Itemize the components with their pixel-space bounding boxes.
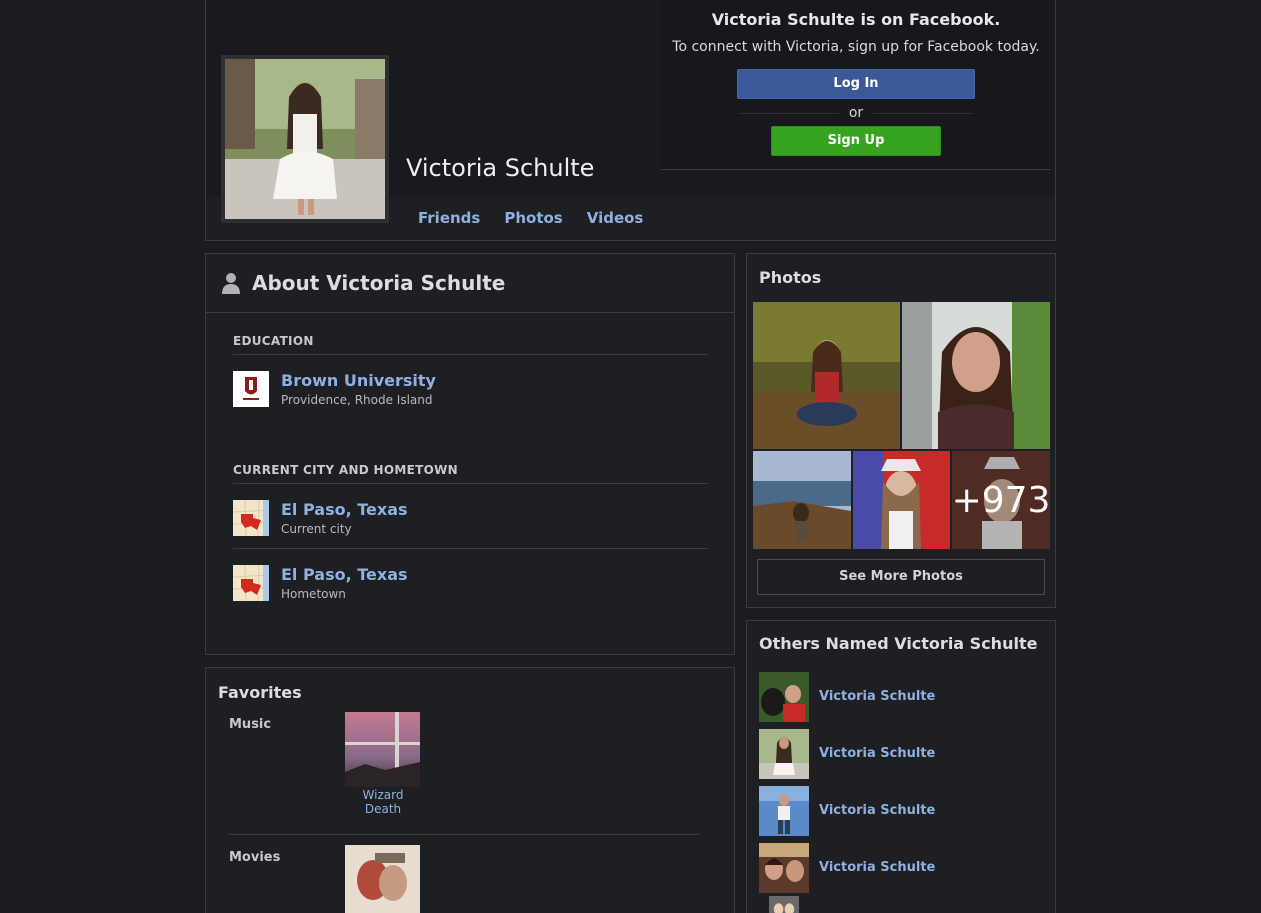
person-icon [222,273,240,294]
signup-title: Victoria Schulte is on Facebook. [711,10,1001,29]
photos-panel: Photos +973 See More Photos [746,253,1056,608]
profile-name: Victoria Schulte [406,154,595,182]
avatar[interactable] [759,842,809,893]
current-city-label: Current city [281,522,352,536]
favorites-music-row: Music Wizard Death [206,702,734,816]
photo-grid: +973 [753,302,1050,550]
movie-item[interactable] [345,845,421,913]
list-item[interactable]: Victoria Schulte [759,725,1055,782]
current-city-name[interactable]: El Paso, Texas [281,500,408,519]
see-more-photos-button[interactable]: See More Photos [757,559,1045,595]
favorites-title: Favorites [218,683,302,702]
photo-thumbnail[interactable] [753,451,851,549]
or-label: or [848,105,864,121]
movies-label: Movies [229,850,281,865]
nav-friends[interactable]: Friends [418,209,480,227]
photo-thumbnail[interactable] [853,451,950,549]
city-heading: CURRENT CITY AND HOMETOWN [233,463,708,484]
nav-videos[interactable]: Videos [587,209,644,227]
list-item[interactable]: Victoria Schulte [759,668,1055,725]
others-title: Others Named Victoria Schulte [759,634,1038,653]
map-icon[interactable] [233,565,269,601]
list-item[interactable] [759,896,1055,913]
signup-subtitle: To connect with Victoria, sign up for Fa… [672,39,1040,55]
city-entry: El Paso, Texas Current city [233,484,708,548]
map-icon[interactable] [233,500,269,536]
hometown-name[interactable]: El Paso, Texas [281,565,408,584]
about-panel: About Victoria Schulte EDUCATION Brown U… [205,253,735,655]
list-item[interactable]: Victoria Schulte [759,782,1055,839]
education-name[interactable]: Brown University [281,371,436,390]
profile-page: Victoria Schulte Friends Photos Videos V… [0,0,1261,913]
profile-nav: Friends Photos Videos [418,209,643,227]
profile-header: Victoria Schulte Friends Photos Videos V… [205,0,1056,241]
login-button[interactable]: Log In [737,69,975,99]
about-title: About Victoria Schulte [252,271,506,295]
music-item-name[interactable]: Wizard Death [345,788,421,816]
music-thumbnail [345,712,420,787]
education-location: Providence, Rhode Island [281,393,433,407]
avatar[interactable] [759,785,809,836]
education-entry: Brown University Providence, Rhode Islan… [233,355,708,419]
education-section: EDUCATION Brown University Providence, R… [206,334,734,419]
person-name[interactable]: Victoria Schulte [819,860,935,875]
about-header: About Victoria Schulte [206,254,734,313]
favorites-panel: Favorites Music Wizard Death Movies [205,667,735,913]
movie-thumbnail [345,845,420,913]
university-logo-icon[interactable] [233,371,269,407]
avatar[interactable] [759,728,809,779]
photo-thumbnail[interactable] [753,302,900,449]
others-panel: Others Named Victoria Schulte Victoria S… [746,620,1056,913]
list-item[interactable]: Victoria Schulte [759,839,1055,896]
city-section: CURRENT CITY AND HOMETOWN El Paso, Texas… [206,463,734,613]
person-name[interactable]: Victoria Schulte [819,689,935,704]
favorites-movies-row: Movies [206,835,734,913]
photo-thumbnail[interactable] [902,302,1050,449]
profile-picture[interactable] [221,55,389,223]
hometown-entry: El Paso, Texas Hometown [233,548,708,613]
person-name[interactable]: Victoria Schulte [819,803,935,818]
music-label: Music [229,717,272,732]
signup-button[interactable]: Sign Up [771,126,941,156]
music-item[interactable]: Wizard Death [345,712,421,816]
divider-line [738,112,839,114]
divider-line [873,112,974,114]
or-divider: or [661,105,1051,121]
avatar[interactable] [759,671,809,722]
person-name[interactable]: Victoria Schulte [819,746,935,761]
avatar[interactable] [759,896,809,913]
more-photos-count[interactable]: +973 [952,451,1050,549]
photos-title: Photos [759,268,822,287]
others-list: Victoria Schulte Victoria Schulte Victor… [747,668,1055,913]
profile-photo-image [225,59,385,219]
nav-photos[interactable]: Photos [504,209,562,227]
education-heading: EDUCATION [233,334,708,355]
signup-prompt: Victoria Schulte is on Facebook. To conn… [661,0,1051,170]
hometown-label: Hometown [281,587,346,601]
